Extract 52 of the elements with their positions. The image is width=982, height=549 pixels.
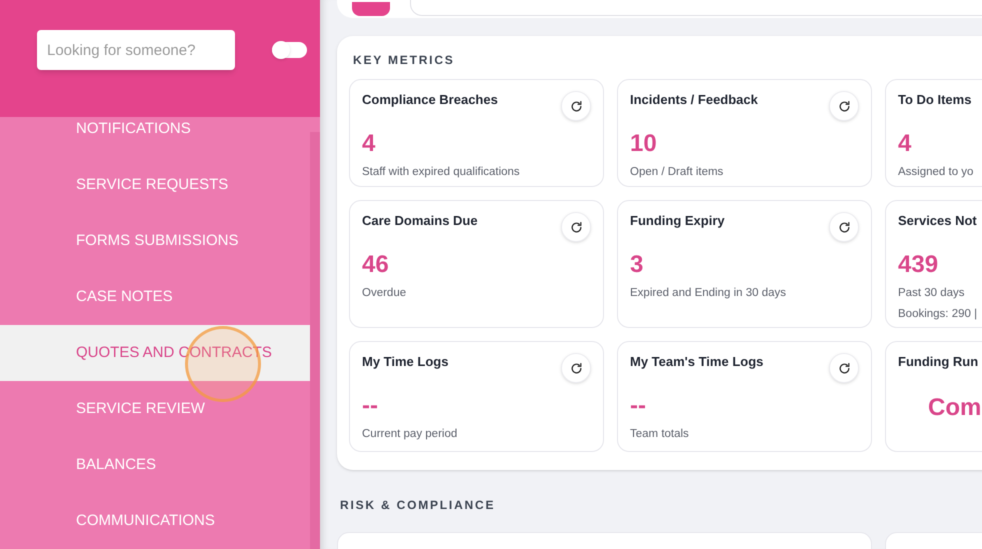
refresh-icon [838, 362, 850, 374]
menu-button[interactable] [352, 2, 390, 16]
card-title: Services Not [898, 212, 977, 230]
card-title: My Team's Time Logs [630, 353, 764, 371]
metric-value: 4 [898, 132, 912, 156]
card-title: Funding Expiry [630, 212, 725, 230]
metric-note: Open / Draft items [630, 164, 724, 180]
menu-item[interactable]: BALANCES [0, 437, 310, 493]
metric-value: Com [928, 396, 982, 420]
refresh-button[interactable] [561, 212, 591, 242]
card-title: My Time Logs [362, 353, 448, 371]
metric-value: 4 [362, 132, 376, 156]
metric-value: -- [630, 394, 646, 418]
metric-note: Staff with expired qualifications [362, 164, 521, 180]
metric-value: -- [362, 394, 378, 418]
refresh-icon [838, 220, 850, 234]
metric-note: Assigned to yo [898, 164, 974, 180]
refresh-button[interactable] [829, 91, 859, 121]
menu-item[interactable]: NOTIFICATIONS [0, 101, 310, 157]
refresh-button[interactable] [561, 91, 591, 121]
menu-item[interactable]: SERVICE REQUESTS [0, 157, 310, 213]
refresh-icon [838, 100, 850, 112]
search-field[interactable] [410, 0, 982, 16]
metric-value: 10 [630, 132, 657, 156]
metric-value: 46 [362, 252, 389, 276]
search-field[interactable]: Looking for someone? [37, 30, 235, 70]
section-title: RISK & COMPLIANCE [339, 497, 496, 514]
refresh-button[interactable] [561, 353, 591, 383]
menu-item[interactable]: CASE NOTES [0, 269, 310, 325]
refresh-icon [570, 362, 582, 374]
refresh-button[interactable] [829, 353, 859, 383]
card-title: Care Domains Due [362, 212, 478, 230]
metric-note: Team totals [630, 426, 690, 442]
menu-item[interactable]: FORMS SUBMISSIONS [0, 213, 310, 269]
section-title: KEY METRICS [352, 52, 456, 69]
menu-item[interactable]: SERVICE REVIEW [0, 381, 310, 437]
metric-note: Current pay period [362, 426, 458, 442]
metric-value: 439 [898, 252, 938, 276]
refresh-icon [570, 220, 582, 234]
metric-note: Past 30 days [898, 286, 966, 300]
card-title: Incidents / Feedback [630, 91, 758, 109]
metric-value: 3 [630, 252, 644, 276]
metric-note: Bookings: 290 | [898, 306, 978, 322]
refresh-icon [570, 100, 582, 112]
card-title: Compliance Breaches [362, 91, 498, 109]
card-title: Funding Run [898, 353, 978, 371]
metric-note: Expired and Ending in 30 days [630, 286, 787, 300]
refresh-button[interactable] [829, 212, 859, 242]
toggle-switch[interactable] [272, 42, 307, 58]
card-title: To Do Items [898, 91, 972, 109]
metric-note: Overdue [362, 286, 408, 300]
menu-item[interactable]: COMMUNICATIONS [0, 493, 310, 549]
